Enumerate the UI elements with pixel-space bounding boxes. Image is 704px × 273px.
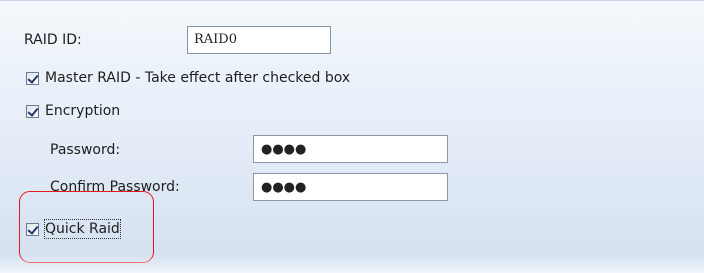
master-raid-checkbox[interactable] [26, 72, 39, 85]
raid-settings-panel: RAID ID: RAID0 Master RAID - Take effect… [0, 0, 704, 273]
raid-id-input[interactable]: RAID0 [187, 26, 331, 54]
confirm-password-input[interactable]: ●●●● [253, 173, 448, 201]
quick-raid-highlight-annotation [19, 191, 154, 263]
master-raid-label[interactable]: Master RAID - Take effect after checked … [45, 69, 350, 87]
raid-id-label: RAID ID: [24, 32, 82, 48]
confirm-password-masked-value: ●●●● [261, 180, 307, 195]
encryption-label[interactable]: Encryption [45, 102, 120, 120]
raid-id-value: RAID0 [194, 32, 238, 47]
password-input[interactable]: ●●●● [253, 135, 448, 163]
password-masked-value: ●●●● [261, 142, 307, 157]
password-label: Password: [50, 142, 121, 158]
encryption-checkbox[interactable] [26, 105, 39, 118]
